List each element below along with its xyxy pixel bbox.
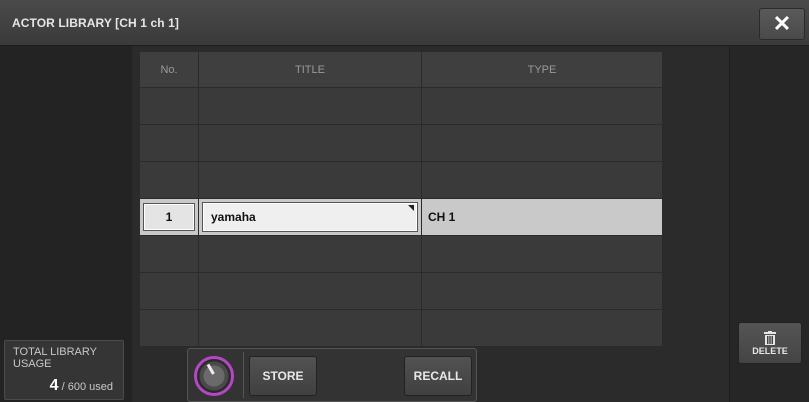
usage-count: 4 / 600 used	[50, 377, 113, 395]
cell-type	[422, 88, 663, 124]
title-edit-field[interactable]: yamaha	[202, 202, 418, 232]
usage-count-suffix: / 600 used	[61, 381, 113, 393]
close-icon: ✕	[772, 11, 792, 36]
cell-title-wrap: yamaha	[199, 199, 422, 235]
table-row[interactable]	[140, 272, 663, 309]
cell-no	[140, 88, 199, 124]
cell-type: CH 1	[428, 210, 456, 224]
store-button[interactable]: STORE	[249, 356, 317, 396]
delete-label: DELETE	[752, 345, 788, 356]
library-table: No. TITLE TYPE 1 yamaha CH 1	[140, 52, 663, 346]
recall-button[interactable]: RECALL	[404, 356, 472, 396]
cell-title	[199, 88, 422, 124]
delete-button[interactable]: DELETE	[738, 322, 802, 364]
table-row[interactable]	[140, 235, 663, 272]
column-header-title[interactable]: TITLE	[199, 52, 422, 87]
table-row[interactable]	[140, 309, 663, 346]
usage-title: TOTAL LIBRARY USAGE	[13, 346, 97, 370]
knob-pointer	[206, 363, 215, 375]
cell-title	[199, 236, 422, 272]
cell-title	[199, 310, 422, 346]
edit-corner-icon	[408, 205, 414, 211]
cell-no	[140, 125, 199, 161]
table-row[interactable]	[140, 161, 663, 198]
cell-no	[140, 310, 199, 346]
cell-type	[422, 125, 663, 161]
title-bar: ACTOR LIBRARY [CH 1 ch 1] ✕	[0, 0, 809, 46]
usage-count-value: 4	[49, 377, 59, 394]
cell-title-text: yamaha	[211, 210, 256, 224]
cell-no[interactable]: 1	[143, 203, 195, 231]
table-header: No. TITLE TYPE	[140, 52, 663, 87]
window-title: ACTOR LIBRARY [CH 1 ch 1]	[12, 16, 179, 30]
table-row[interactable]	[140, 124, 663, 161]
column-header-no[interactable]: No.	[140, 52, 199, 87]
cell-title	[199, 273, 422, 309]
encoder-knob-icon[interactable]	[194, 356, 234, 396]
table-row-selected[interactable]: 1 yamaha CH 1	[140, 198, 663, 235]
cell-type	[422, 236, 663, 272]
column-header-type[interactable]: TYPE	[422, 52, 663, 87]
cell-type	[422, 162, 663, 198]
cell-type	[422, 310, 663, 346]
cell-title	[199, 162, 422, 198]
cell-type-wrap: CH 1	[422, 199, 663, 235]
divider	[243, 352, 244, 398]
trash-icon	[764, 330, 776, 345]
cell-type	[422, 273, 663, 309]
cell-title	[199, 125, 422, 161]
cell-no	[140, 273, 199, 309]
cell-no	[140, 236, 199, 272]
cell-no-wrap: 1	[140, 199, 199, 235]
close-button[interactable]: ✕	[759, 8, 805, 40]
table-row[interactable]	[140, 87, 663, 124]
cell-no	[140, 162, 199, 198]
library-usage-panel: TOTAL LIBRARY USAGE 4 / 600 used	[4, 340, 124, 400]
